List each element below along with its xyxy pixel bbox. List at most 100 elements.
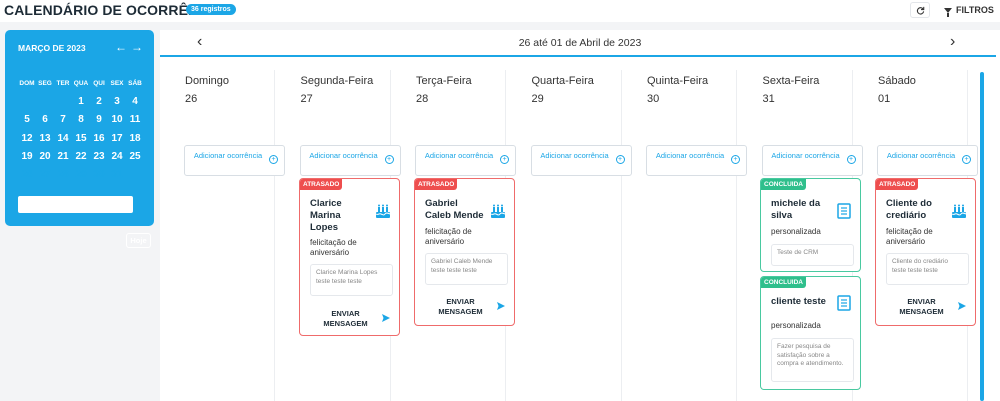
add-occurrence-label: Adicionar ocorrência [886,151,956,160]
occurrence-type: felicitação de aniversário [310,238,357,257]
day-column: Quarta-Feira 29 Adicionar ocorrência + [507,70,632,401]
mini-calendar-day[interactable]: 23 [90,151,108,162]
day-name: Domingo [185,75,230,87]
occurrence-card[interactable]: ATRASADO Gabriel Caleb Mende felicitação… [414,178,515,326]
day-number: 29 [531,93,544,105]
filters-label: FILTROS [956,5,994,15]
occurrence-note: Gabriel Caleb Mende teste teste teste [425,253,508,285]
add-occurrence-button[interactable]: Adicionar ocorrência + [646,145,747,176]
mini-calendar-day[interactable]: 24 [108,151,126,162]
mini-calendar-prev-icon[interactable]: ← [115,40,127,54]
send-icon[interactable] [497,302,505,310]
refresh-icon [916,6,924,15]
mini-calendar-day[interactable]: 9 [90,114,108,125]
weekday-label: TER [56,79,70,87]
mini-calendar-day[interactable]: 3 [108,96,126,107]
add-occurrence-label: Adicionar ocorrência [193,151,263,160]
weekday-label: DOM [19,79,35,87]
mini-calendar-next-icon[interactable]: → [131,40,143,54]
day-column: Domingo 26 Adicionar ocorrência + [160,70,285,401]
occurrence-type: personalizada [771,321,821,330]
occurrence-card[interactable]: CONCLUIDA cliente teste personalizada Fa… [760,276,861,390]
mini-calendar-day[interactable]: 18 [126,133,144,144]
mini-calendar-day[interactable]: 30 [90,169,108,180]
mini-calendar-day[interactable]: 27 [36,169,54,180]
occurrence-card[interactable]: ATRASADO Cliente do crediário felicitaçã… [875,178,976,326]
filter-icon [944,7,952,17]
vertical-scrollbar[interactable] [980,72,984,401]
send-message-label[interactable]: ENVIAR MENSAGEM [318,309,373,329]
add-occurrence-button[interactable]: Adicionar ocorrência + [761,145,863,176]
week-next-icon[interactable]: › [950,33,955,51]
mini-calendar-day[interactable]: 22 [72,151,90,162]
add-occurrence-button[interactable]: Adicionar ocorrência + [299,145,401,176]
mini-calendar-day[interactable]: 25 [126,151,144,162]
mini-calendar-day[interactable]: 11 [126,114,144,125]
status-badge: CONCLUIDA [761,277,806,288]
occurrence-card[interactable]: ATRASADO Clarice Marina Lopes felicitaçã… [299,178,400,336]
occurrence-note: Fazer pesquisa de satisfação sobre a com… [771,338,854,382]
mini-calendar-day[interactable]: 19 [18,151,36,162]
mini-calendar-day[interactable]: 1 [72,96,90,107]
mini-calendar-week: 12 13 14 15 16 17 18 [18,129,144,147]
mini-calendar-day[interactable]: 17 [108,133,126,144]
send-icon[interactable] [382,314,390,322]
weekday-label: SEX [110,79,124,87]
day-name: Segunda-Feira [300,75,374,87]
send-icon[interactable] [958,302,966,310]
mini-calendar-day[interactable]: 8 [72,114,90,125]
weekday-label: SEG [38,79,52,87]
client-name: Gabriel Caleb Mende [425,198,484,221]
mini-calendar-day[interactable]: 7 [54,114,72,125]
add-occurrence-button[interactable]: Adicionar ocorrência + [877,145,978,176]
mini-calendar-day[interactable]: 29 [72,169,90,180]
mini-calendar-day[interactable]: 26 [18,169,36,180]
filters-button[interactable]: FILTROS [938,2,998,18]
add-occurrence-button[interactable]: Adicionar ocorrência + [415,145,516,176]
mini-calendar-day[interactable]: 6 [36,114,54,125]
birthday-cake-icon [951,204,967,218]
mini-calendar-weekdays: DOM SEG TER QUA QUI SEX SÁB [18,74,144,92]
add-occurrence-label: Adicionar ocorrência [540,151,609,160]
mini-calendar: MARÇO DE 2023 ← → DOM SEG TER QUA QUI SE… [5,30,154,248]
mini-calendar-day[interactable]: 28 [54,169,72,180]
week-navigation: ‹ 26 até 01 de Abril de 2023 › [160,30,996,57]
mini-calendar-week: 1234 [18,92,144,110]
weekday-label: SÁB [128,79,142,87]
mini-calendar-week: 5 6 7 8 9 10 11 [18,111,144,129]
occurrence-note: Cliente do crediário teste teste teste [886,253,969,285]
refresh-button[interactable] [910,2,930,18]
document-icon [837,295,851,311]
records-count-badge: 36 registros [186,4,236,15]
add-occurrence-button[interactable]: Adicionar ocorrência + [184,145,285,176]
mini-calendar-month: MARÇO DE 2023 [18,43,86,53]
mini-calendar-day[interactable]: 16 [90,133,108,144]
send-message-label[interactable]: ENVIAR MENSAGEM [894,297,949,317]
mini-calendar-day[interactable]: 20 [36,151,54,162]
mini-calendar-day[interactable]: 15 [72,133,90,144]
today-button[interactable]: Hoje [126,233,151,248]
mini-calendar-day[interactable]: 10 [108,114,126,125]
mini-calendar-day[interactable]: 5 [18,114,36,125]
occurrence-card[interactable]: CONCLUIDA michele da silva personalizada… [760,178,861,272]
week-range-label: 26 até 01 de Abril de 2023 [518,37,642,49]
mini-calendar-day[interactable]: 4 [126,96,144,107]
status-badge: ATRASADO [415,179,458,190]
mini-calendar-day[interactable]: 2 [90,96,108,107]
mini-calendar-day[interactable]: 31 [108,169,126,180]
birthday-cake-icon [375,204,391,218]
day-name: Quinta-Feira [647,75,709,87]
mini-calendar-day[interactable]: 21 [54,151,72,162]
client-name: Cliente do crediário [886,198,932,221]
mini-calendar-day[interactable]: 14 [54,133,72,144]
mini-calendar-day[interactable]: 13 [36,133,54,144]
mini-calendar-grid: DOM SEG TER QUA QUI SEX SÁB 1 2 3 4 5 6 7 8 9 10 1… [18,74,144,184]
send-message-label[interactable]: ENVIAR MENSAGEM [433,297,488,317]
add-occurrence-button[interactable]: Adicionar ocorrência + [530,145,632,176]
occurrence-note: Clarice Marina Lopes teste teste teste [310,264,393,296]
mini-calendar-day[interactable]: 12 [18,133,36,144]
day-name: Sábado [878,75,916,87]
status-badge: CONCLUIDA [761,179,806,190]
day-number: 30 [647,93,660,105]
day-number: 01 [878,93,891,105]
